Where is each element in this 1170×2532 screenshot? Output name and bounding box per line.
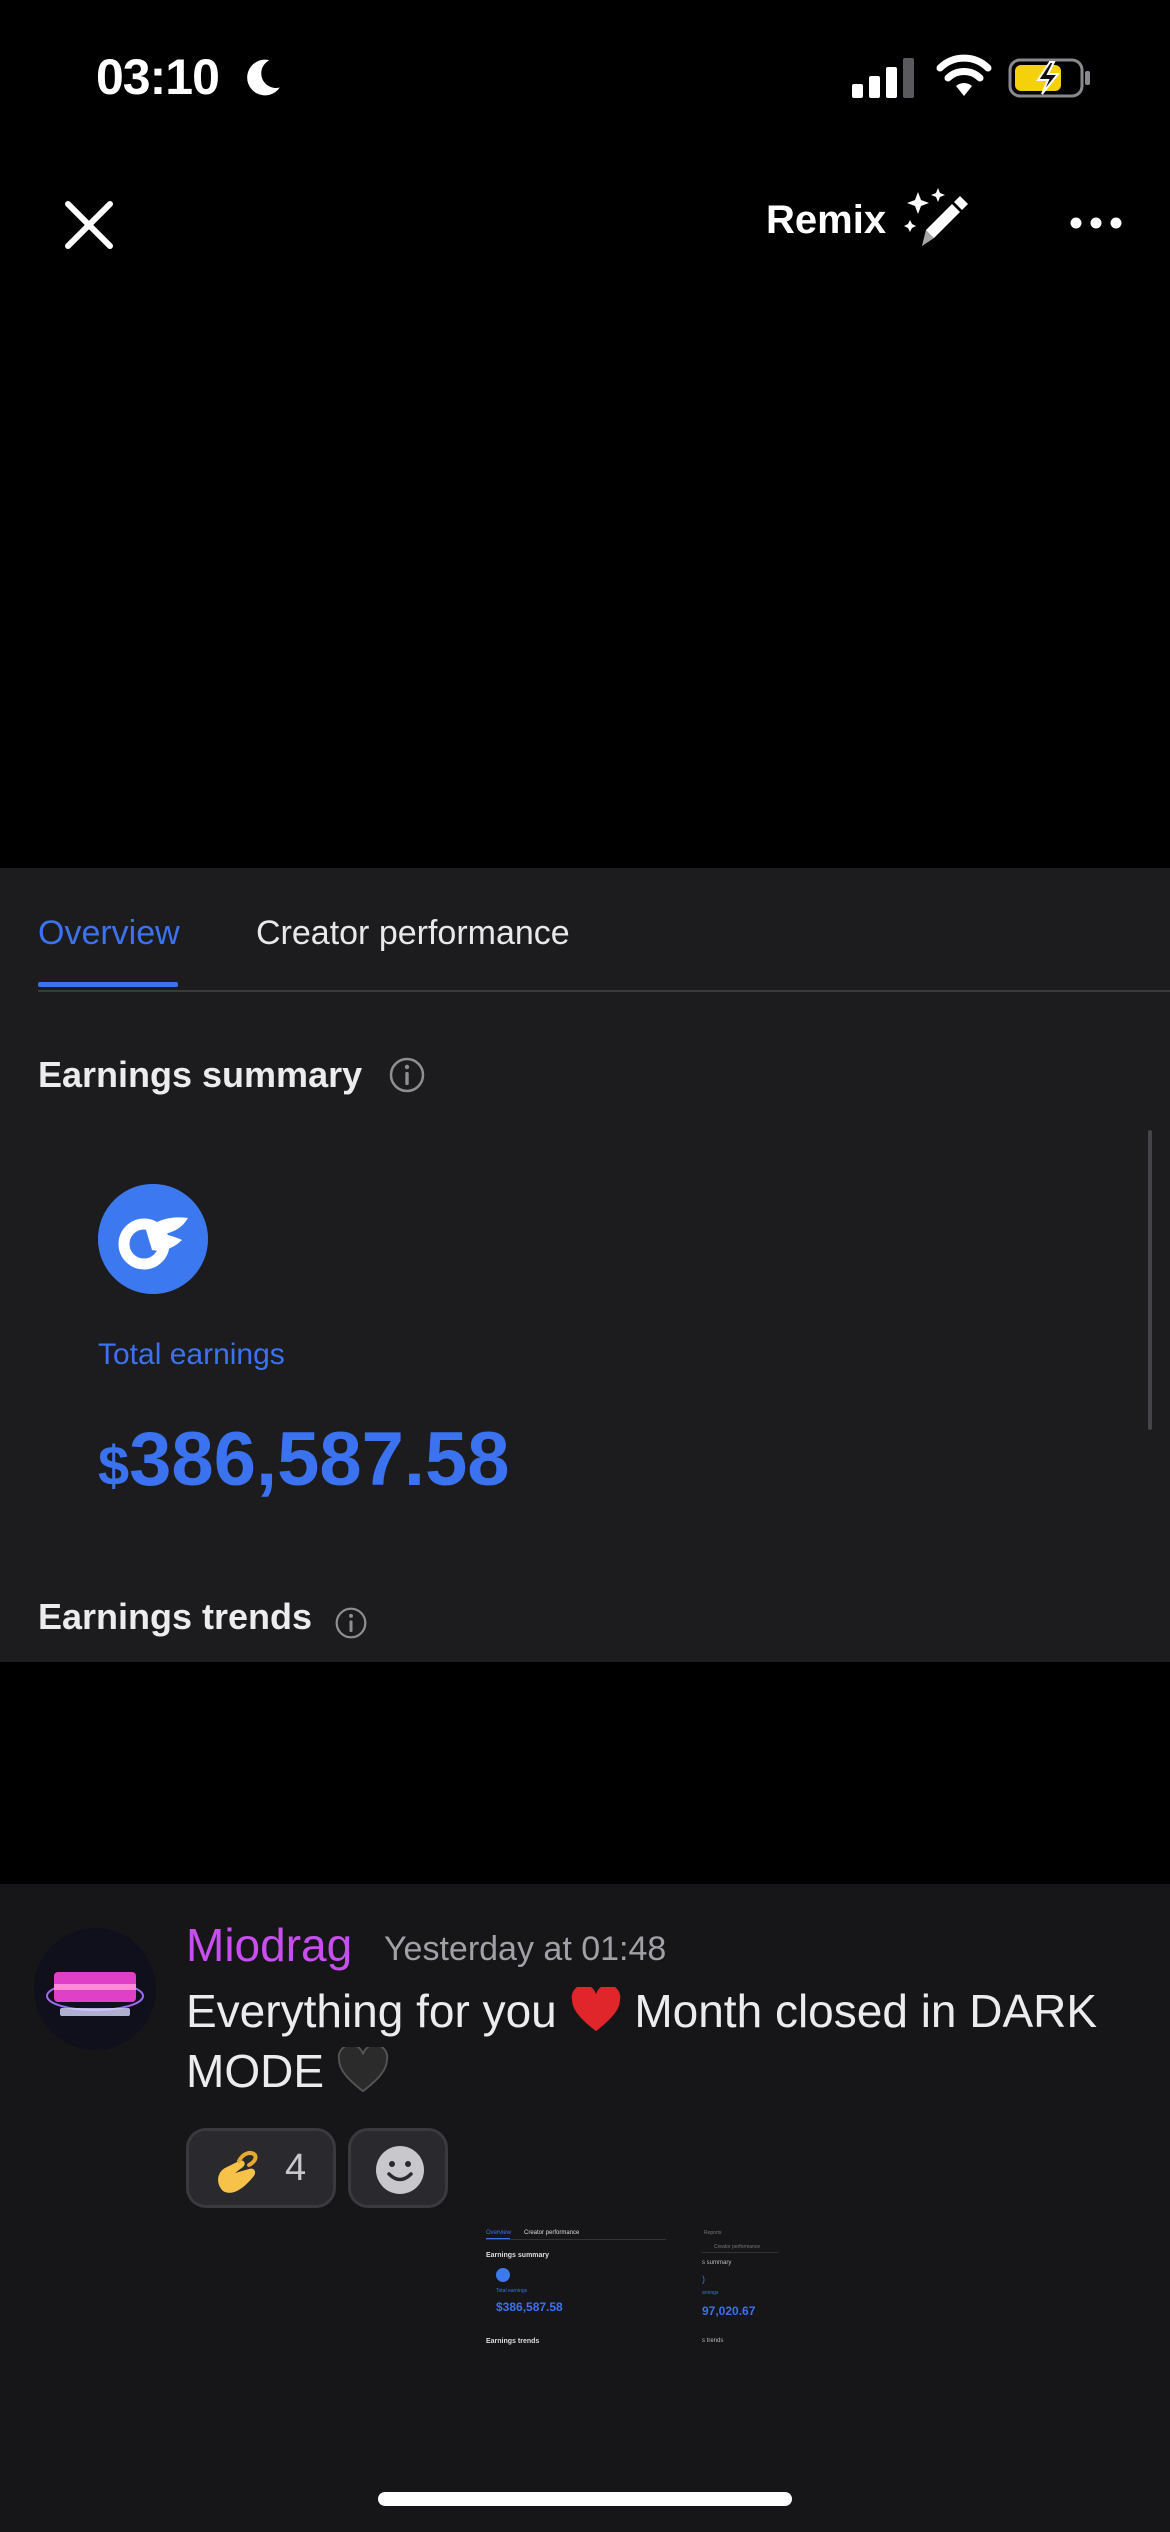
signal-icon	[852, 58, 914, 98]
magic-pencil-icon[interactable]	[900, 184, 976, 260]
info-icon	[335, 1607, 367, 1639]
remix-button[interactable]: Remix	[766, 198, 886, 243]
thumb-second-panel: Reports Creator performance s summary ) …	[702, 2224, 778, 2374]
message-text-line-1: Everything for you Month closed in DARK	[186, 1984, 1097, 2038]
shared-screenshot[interactable]: Overview Creator performance Earnings su…	[0, 868, 1170, 1662]
home-indicator[interactable]	[378, 2492, 792, 2506]
message-text-line-2: MODE	[186, 2043, 389, 2098]
message-text-part-2: Month closed in DARK	[634, 1985, 1098, 2037]
close-icon[interactable]	[60, 196, 118, 254]
avatar[interactable]	[34, 1928, 156, 2050]
info-icon	[389, 1057, 425, 1093]
scrollbar	[1148, 1130, 1152, 1430]
more-icon[interactable]	[1066, 208, 1126, 238]
tab-divider	[38, 990, 1170, 992]
moon-icon	[247, 59, 280, 96]
thumb-tab-overview: Overview	[486, 2230, 512, 2236]
thumb-right-tab: Creator performance	[714, 2244, 761, 2250]
thumb-right-header: Reports	[704, 2230, 722, 2236]
smiley-icon	[376, 2146, 424, 2194]
total-earnings-amount: $386,587.58	[98, 1416, 510, 1503]
thumb-total-label: Total earnings	[496, 2288, 528, 2294]
black-heart-icon	[337, 2043, 388, 2093]
thumb-divider	[486, 2239, 666, 2240]
tab-creator-performance: Creator performance	[256, 914, 570, 952]
message-text-part-3: MODE	[186, 2045, 324, 2097]
thumb-right-trends: s trends	[702, 2338, 724, 2344]
attachment-thumbnail[interactable]: Overview Creator performance Earnings su…	[478, 2224, 778, 2374]
thumb-tab-creator: Creator performance	[524, 2230, 580, 2236]
red-heart-icon	[571, 1984, 620, 2032]
thumb-right-amount: 97,020.67	[702, 2304, 756, 2318]
total-earnings-label: Total earnings	[98, 1338, 285, 1371]
status-time: 03:10	[96, 49, 220, 105]
add-reaction-button[interactable]	[348, 2128, 448, 2208]
message-timestamp: Yesterday at 01:48	[384, 1930, 667, 1968]
mm-management-logo-icon	[34, 1928, 156, 2050]
thumb-right-summary: s summary	[702, 2260, 732, 2266]
onlyfans-logo-icon	[98, 1184, 208, 1294]
thumb-trends-heading: Earnings trends	[486, 2338, 540, 2345]
reaction-count: 4	[285, 2147, 307, 2189]
total-earnings-value: 386,587.58	[129, 1417, 510, 1502]
thumb-summary-heading: Earnings summary	[486, 2252, 550, 2259]
author-name[interactable]: Miodrag	[186, 1918, 352, 1972]
thumb-total-amount: $386,587.58	[496, 2300, 563, 2314]
currency-symbol: $	[98, 1434, 130, 1497]
tab-overview: Overview	[38, 914, 180, 952]
thumb-logo-icon	[496, 2268, 510, 2282]
message-text-part-1: Everything for you	[186, 1985, 557, 2037]
thumb-right-label: arnings	[702, 2290, 719, 2296]
pinching-hand-icon	[218, 2151, 258, 2193]
active-tab-indicator	[38, 982, 178, 987]
earnings-trends-heading: Earnings trends	[38, 1596, 313, 1637]
thumb-right-logo: )	[702, 2274, 705, 2284]
wifi-icon	[936, 54, 992, 96]
thumb-right-divider	[702, 2252, 778, 2253]
reaction-pinching-hand[interactable]: 4	[186, 2128, 336, 2208]
message-area: Miodrag Yesterday at 01:48 Everything fo…	[0, 1884, 1170, 2532]
earnings-summary-heading: Earnings summary	[38, 1054, 363, 1095]
battery-charging-icon	[1008, 58, 1090, 98]
